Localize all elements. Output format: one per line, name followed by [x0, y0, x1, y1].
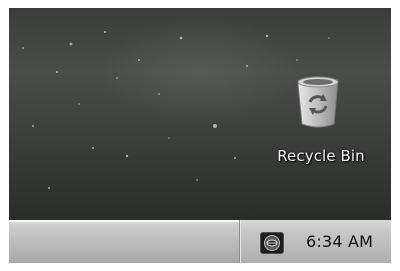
- recycle-bin-icon: [297, 76, 339, 128]
- desktop-background[interactable]: Recycle Bin: [9, 8, 391, 220]
- notification-area: 6:34 AM: [239, 220, 391, 263]
- screen: Recycle Bin 6:34 AM: [9, 8, 391, 263]
- taskbar-clock[interactable]: 6:34 AM: [306, 232, 373, 251]
- security-shield-icon[interactable]: [260, 232, 284, 254]
- recycle-bin-shortcut[interactable]: Recycle Bin: [265, 74, 377, 174]
- recycle-bin-label: Recycle Bin: [277, 147, 365, 165]
